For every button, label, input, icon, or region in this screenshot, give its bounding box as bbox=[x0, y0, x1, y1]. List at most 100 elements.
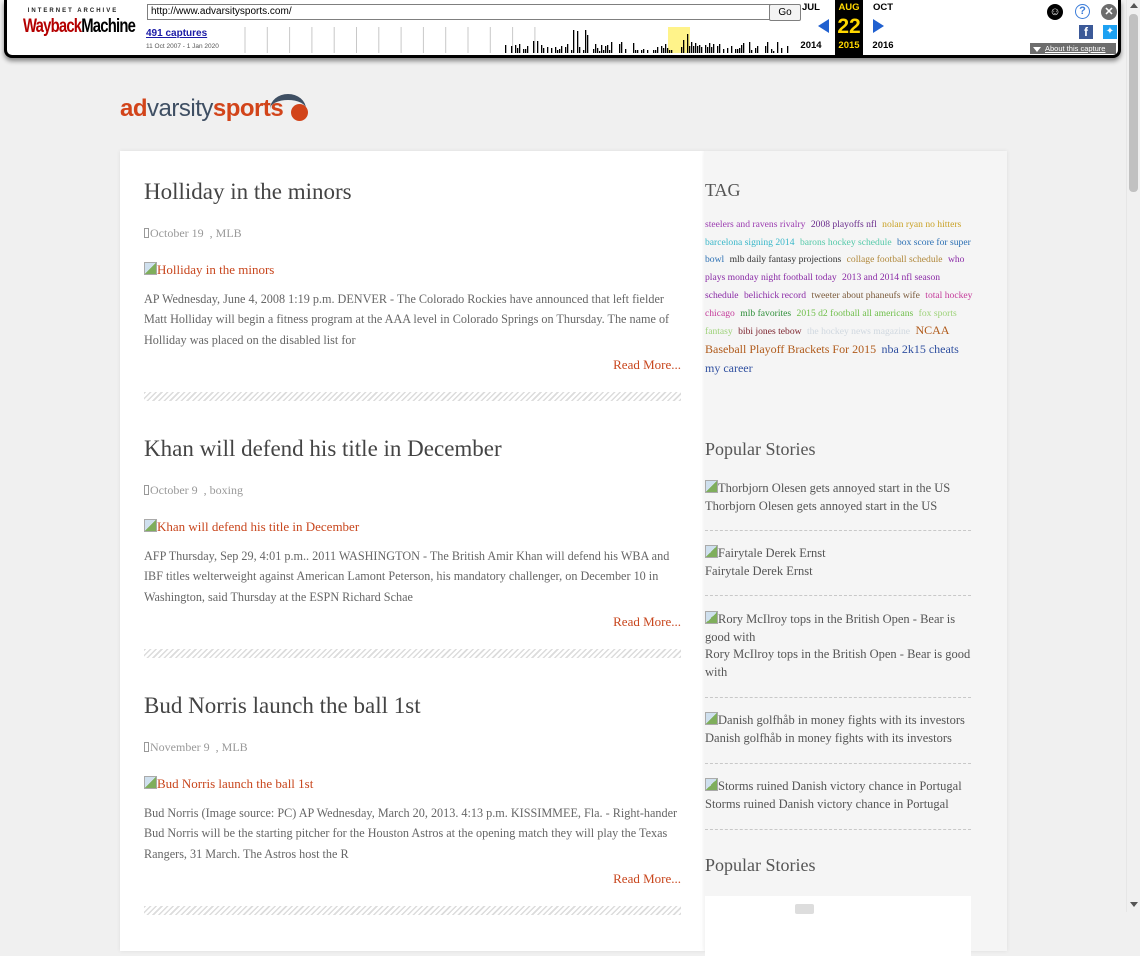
sparkline-bar bbox=[505, 45, 507, 53]
sparkline-bar bbox=[605, 46, 607, 53]
sparkline-bar bbox=[787, 46, 789, 53]
post-title[interactable]: Khan will defend his title in December bbox=[144, 436, 502, 462]
wayback-url-input[interactable]: http://www.advarsitysports.com/ bbox=[147, 4, 771, 20]
popular-tab[interactable] bbox=[795, 904, 814, 914]
page-scrollbar[interactable] bbox=[1126, 0, 1140, 912]
sparkline-bar bbox=[517, 48, 519, 53]
tag-link[interactable]: barons hockey schedule bbox=[800, 237, 892, 248]
post-meta: November 9 , MLB bbox=[144, 740, 248, 755]
broken-image-icon bbox=[144, 776, 157, 789]
post-title[interactable]: Bud Norris launch the ball 1st bbox=[144, 693, 421, 719]
calendar-next-year: 2016 bbox=[872, 40, 894, 51]
sparkline-bar bbox=[773, 51, 775, 53]
popular-story[interactable]: Danish golfhåb in money fights with its … bbox=[705, 712, 973, 747]
wayback-logo[interactable]: INTERNET ARCHIVE WaybackMachine bbox=[23, 8, 136, 38]
tag-link[interactable]: barcelona signing 2014 bbox=[705, 237, 795, 248]
post-category[interactable]: , boxing bbox=[204, 483, 243, 497]
calendar-current-month: AUG bbox=[838, 2, 860, 13]
sparkline-bar bbox=[771, 49, 773, 53]
read-more-link[interactable]: Read More... bbox=[613, 614, 681, 630]
tag-link[interactable]: nolan ryan no hitters bbox=[882, 219, 961, 230]
popular-story-title: Danish golfhåb in money fights with its … bbox=[705, 730, 952, 745]
tag-link[interactable]: steelers and ravens rivalry bbox=[705, 219, 805, 230]
calendar-next-arrow-icon[interactable] bbox=[873, 19, 884, 33]
post-excerpt: Bud Norris (Image source: PC) AP Wednesd… bbox=[144, 806, 678, 861]
popular-story[interactable]: Rory McIlroy tops in the British Open - … bbox=[705, 611, 973, 681]
sparkline-bar bbox=[557, 50, 559, 53]
popular-divider bbox=[705, 530, 971, 531]
help-icon[interactable]: ? bbox=[1075, 4, 1090, 19]
sparkline-bar bbox=[641, 50, 643, 53]
post-image[interactable]: Khan will defend his title in December bbox=[144, 519, 359, 535]
about-capture-button[interactable]: About this capture bbox=[1030, 43, 1116, 54]
sparkline-bar bbox=[571, 50, 573, 53]
sparkline-bar bbox=[687, 34, 689, 53]
scroll-down-arrow-icon[interactable] bbox=[1130, 902, 1138, 907]
tag-link[interactable]: collage football schedule bbox=[847, 254, 943, 265]
sparkline-bar bbox=[765, 46, 767, 53]
post-excerpt: AP Wednesday, June 4, 2008 1:19 p.m. DEN… bbox=[144, 292, 670, 347]
broken-image-icon bbox=[144, 519, 157, 532]
read-more-link[interactable]: Read More... bbox=[613, 871, 681, 887]
tag-link[interactable]: belichick record bbox=[744, 290, 806, 301]
scroll-up-arrow-icon[interactable] bbox=[1130, 3, 1138, 8]
post-image[interactable]: Holliday in the minors bbox=[144, 262, 274, 278]
tag-link[interactable]: 2015 d2 football all americans bbox=[797, 308, 914, 319]
sparkline-bar bbox=[723, 49, 725, 53]
sparkline-bar bbox=[767, 42, 769, 53]
sparkline-bar bbox=[777, 42, 779, 53]
sparkline-bar bbox=[665, 44, 667, 53]
wayback-captures-link[interactable]: 491 captures bbox=[146, 28, 207, 39]
wayback-sparkline[interactable] bbox=[243, 27, 791, 53]
sparkline-bar bbox=[537, 41, 539, 53]
popular-story[interactable]: Storms ruined Danish victory chance in P… bbox=[705, 778, 973, 813]
post-category[interactable]: , MLB bbox=[210, 226, 242, 240]
sparkline-bar bbox=[683, 40, 685, 53]
sparkline-bar bbox=[559, 49, 561, 53]
post-title[interactable]: Holliday in the minors bbox=[144, 179, 352, 205]
facebook-icon[interactable]: f bbox=[1079, 25, 1093, 39]
calendar-prev-arrow-icon[interactable] bbox=[818, 19, 829, 33]
sparkline-bar bbox=[719, 44, 721, 53]
tag-link[interactable]: mlb favorites bbox=[740, 308, 791, 319]
calendar-current-col: AUG 22 2015 bbox=[835, 0, 863, 55]
tag-link[interactable]: bibi jones tebow bbox=[738, 326, 801, 337]
popular-heading: Popular Stories bbox=[705, 439, 816, 459]
popular-story-title: Rory McIlroy tops in the British Open - … bbox=[705, 647, 971, 679]
sparkline-bar bbox=[637, 50, 639, 53]
post-divider bbox=[144, 649, 681, 658]
popular-heading-2: Popular Stories bbox=[705, 855, 816, 875]
sparkline-bar bbox=[603, 50, 605, 53]
wayback-icon-group: ☺ ? ✕ bbox=[1047, 4, 1119, 22]
wayback-logo-main: WaybackMachine bbox=[23, 16, 136, 37]
tag-link[interactable]: tweeter about phaneufs wife bbox=[811, 290, 919, 301]
tag-link[interactable]: mlb daily fantasy projections bbox=[730, 254, 842, 265]
post-date: October 19 bbox=[150, 226, 204, 240]
sparkline-bar bbox=[701, 47, 703, 53]
scroll-thumb[interactable] bbox=[1129, 14, 1138, 192]
popular-story[interactable]: Fairytale Derek Ernst Fairytale Derek Ern… bbox=[705, 545, 973, 580]
sparkline-bar bbox=[567, 44, 569, 53]
tag-link[interactable]: the hockey news magazine bbox=[807, 326, 910, 337]
sparkline-bar bbox=[739, 48, 741, 53]
sparkline-bar bbox=[755, 48, 757, 53]
twitter-icon[interactable]: ✦ bbox=[1103, 25, 1117, 39]
popular-story[interactable]: Thorbjorn Olesen gets annoyed start in t… bbox=[705, 480, 973, 515]
sparkline-bar bbox=[551, 48, 553, 53]
close-icon[interactable]: ✕ bbox=[1101, 4, 1117, 20]
sparkline-bar bbox=[695, 43, 697, 53]
broken-image-icon bbox=[705, 545, 718, 558]
sparkline-bar bbox=[709, 43, 711, 53]
user-icon[interactable]: ☺ bbox=[1047, 4, 1063, 20]
read-more-link[interactable]: Read More... bbox=[613, 357, 681, 373]
site-logo[interactable]: advarsitysports bbox=[120, 92, 320, 126]
popular-story-title: Fairytale Derek Ernst bbox=[705, 563, 813, 578]
broken-image-icon bbox=[705, 712, 718, 725]
post-divider bbox=[144, 906, 681, 915]
sparkline-bar bbox=[731, 46, 733, 53]
sparkline-bar bbox=[711, 47, 713, 53]
sparkline-bar bbox=[699, 45, 701, 53]
post-category[interactable]: , MLB bbox=[216, 740, 248, 754]
tag-link[interactable]: 2008 playoffs nfl bbox=[811, 219, 877, 230]
post-image[interactable]: Bud Norris launch the ball 1st bbox=[144, 776, 313, 792]
